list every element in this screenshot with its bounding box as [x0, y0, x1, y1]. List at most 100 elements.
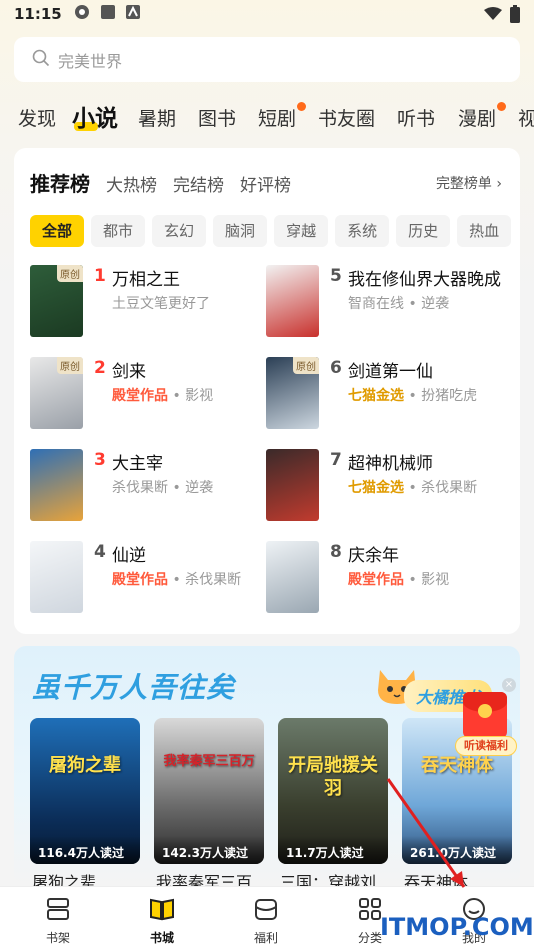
tab-label: 图书 [198, 108, 237, 130]
tab-4[interactable]: 短剧 [258, 100, 306, 138]
promo-book-cover[interactable]: 我率秦军三百万 142.3万人读过 [154, 718, 264, 864]
book-subtitle: 杀伐果断 • 逆袭 [112, 477, 213, 497]
tab-2[interactable]: 暑期 [138, 100, 176, 138]
promo-book-cover[interactable]: 屠狗之辈 116.4万人读过 [30, 718, 140, 864]
genre-chip[interactable]: 都市 [91, 215, 146, 247]
promo-book-title[interactable]: 我率秦军三百 [156, 869, 268, 886]
bookshelf-icon [44, 895, 72, 923]
ranking-book-item[interactable]: 原创 6 剑道第一仙七猫金选 • 扮猪吃虎 [266, 357, 506, 431]
genre-chip[interactable]: 系统 [335, 215, 390, 247]
ranking-title[interactable]: 推荐榜 [30, 168, 90, 197]
status-time: 11:15 [14, 5, 62, 23]
nav-welfare[interactable]: 福利 [231, 895, 301, 946]
separator: • [404, 572, 422, 588]
book-cover [30, 449, 83, 521]
book-subtitle: 七猫金选 • 扮猪吃虎 [348, 385, 477, 405]
book-cover [266, 541, 319, 613]
book-title: 剑道第一仙 [348, 362, 433, 382]
search-bar[interactable]: 完美世界 [14, 37, 520, 82]
genre-chip[interactable]: 热血 [457, 215, 512, 247]
book-subtitle: 殿堂作品 • 影视 [348, 569, 449, 589]
listen-reward-label: 听读福利 [455, 736, 517, 756]
genre-chip[interactable]: 脑洞 [213, 215, 268, 247]
promo-title: 虽千万人吾往矣 [32, 671, 236, 704]
tab-5[interactable]: 书友圈 [318, 100, 375, 138]
book-title: 我在修仙界大器晚成 [348, 270, 501, 290]
book-cover: 原创 [266, 357, 319, 429]
book-cover [266, 265, 319, 337]
promo-book-title[interactable]: 屠狗之辈 [32, 869, 144, 886]
genre-chip[interactable]: 全部 [30, 215, 85, 247]
ranking-subtab[interactable]: 完结榜 [173, 171, 224, 196]
rank-number: 5 [330, 266, 342, 286]
book-tags: 杀伐果断 [185, 572, 242, 588]
ranking-header: 推荐榜 大热榜 完结榜 好评榜 [30, 168, 307, 197]
rank-number: 1 [94, 266, 106, 286]
tab-8[interactable]: 视 [518, 100, 534, 138]
read-count: 116.4万人读过 [30, 836, 140, 864]
book-subtitle: 殿堂作品 • 杀伐果断 [112, 569, 241, 589]
genre-chip[interactable]: 穿越 [274, 215, 329, 247]
genre-chip[interactable]: 历史 [396, 215, 451, 247]
cover-title-art: 屠狗之辈 [49, 755, 121, 776]
rank-number: 7 [330, 450, 342, 470]
chevron-right-icon: › [496, 176, 502, 192]
full-ranking-link[interactable]: 完整榜单 › [436, 173, 502, 193]
status-bar: 11:15 [0, 0, 534, 28]
tab-7[interactable]: 漫剧 [458, 100, 506, 138]
ranking-subtab[interactable]: 大热榜 [106, 171, 157, 196]
close-icon[interactable]: × [502, 678, 516, 692]
ranking-subtab[interactable]: 好评榜 [240, 171, 291, 196]
bookstore-icon [148, 895, 176, 923]
ranking-book-item[interactable]: 7 超神机械师 七猫金选 • 杀伐果断 [266, 449, 506, 523]
book-cover: 原创 [30, 265, 83, 337]
tab-0[interactable]: 发现 [18, 100, 56, 138]
book-subtitle: 七猫金选 • 杀伐果断 [348, 477, 477, 497]
red-arrow-annotation [386, 778, 466, 888]
original-tag: 原创 [293, 357, 319, 374]
ranking-book-item[interactable]: 5 我在修仙界大器晚成 智商在线 • 逆袭 [266, 265, 506, 339]
nav-bookshelf[interactable]: 书架 [23, 895, 93, 946]
promo-book-cover[interactable]: 开局驰援关羽 11.7万人读过 [278, 718, 388, 864]
separator: • [404, 388, 422, 404]
cover-title-art: 开局驰援关羽 [288, 755, 378, 800]
original-tag: 原创 [57, 265, 83, 282]
ranking-card: 推荐榜 大热榜 完结榜 好评榜 完整榜单 › 全部 都市 玄幻 脑洞 穿越 系统 历史 热血 … [14, 148, 520, 634]
rank-number: 2 [94, 358, 106, 378]
ranking-book-item[interactable]: 8 庆余年 殿堂作品 • 影视 [266, 541, 506, 615]
book-cover [30, 541, 83, 613]
read-count: 11.7万人读过 [278, 836, 388, 864]
site-watermark: ITMOP.COM [380, 913, 534, 941]
book-badge: 殿堂作品 [112, 388, 168, 404]
book-badge: 殿堂作品 [348, 572, 404, 588]
separator: • [168, 388, 186, 404]
tab-label: 书友圈 [318, 108, 376, 130]
listen-reward-float[interactable]: 听读福利 [455, 692, 517, 764]
ranking-book-item[interactable]: 3 大主宰 杀伐果断 • 逆袭 [30, 449, 270, 523]
tab-label: 视 [518, 108, 534, 130]
ranking-book-item[interactable]: 原创 2 剑来 殿堂作品 • 影视 [30, 357, 270, 431]
tab-3[interactable]: 图书 [198, 100, 236, 138]
book-cover [266, 449, 319, 521]
rank-number: 6 [330, 358, 342, 378]
tab-6[interactable]: 听书 [397, 100, 435, 138]
app-notification-icon [100, 4, 116, 24]
book-subtitle: 殿堂作品 • 影视 [112, 385, 213, 405]
app-notification-icon [74, 4, 90, 24]
original-tag: 原创 [57, 357, 83, 374]
tab-1[interactable]: 小说 [72, 100, 118, 138]
genre-chips: 全部 都市 玄幻 脑洞 穿越 系统 历史 热血 [30, 215, 520, 249]
nav-label: 分类 [357, 931, 382, 945]
ranking-book-item[interactable]: 4 仙逆 殿堂作品 • 杀伐果断 [30, 541, 270, 615]
book-badge: 殿堂作品 [112, 572, 168, 588]
book-tags: 杀伐果断 [421, 480, 478, 496]
tab-label: 小说 [72, 106, 118, 132]
promo-book-title[interactable]: 三国：穿越刘 [280, 869, 392, 886]
tab-label: 漫剧 [458, 108, 497, 130]
book-title: 庆余年 [348, 546, 399, 566]
book-title: 万相之王 [112, 270, 180, 290]
full-ranking-label: 完整榜单 [435, 176, 492, 192]
genre-chip[interactable]: 玄幻 [152, 215, 207, 247]
ranking-book-item[interactable]: 原创 1 万相之王 土豆文笔更好了 [30, 265, 270, 339]
nav-bookstore[interactable]: 书城 [127, 895, 197, 946]
